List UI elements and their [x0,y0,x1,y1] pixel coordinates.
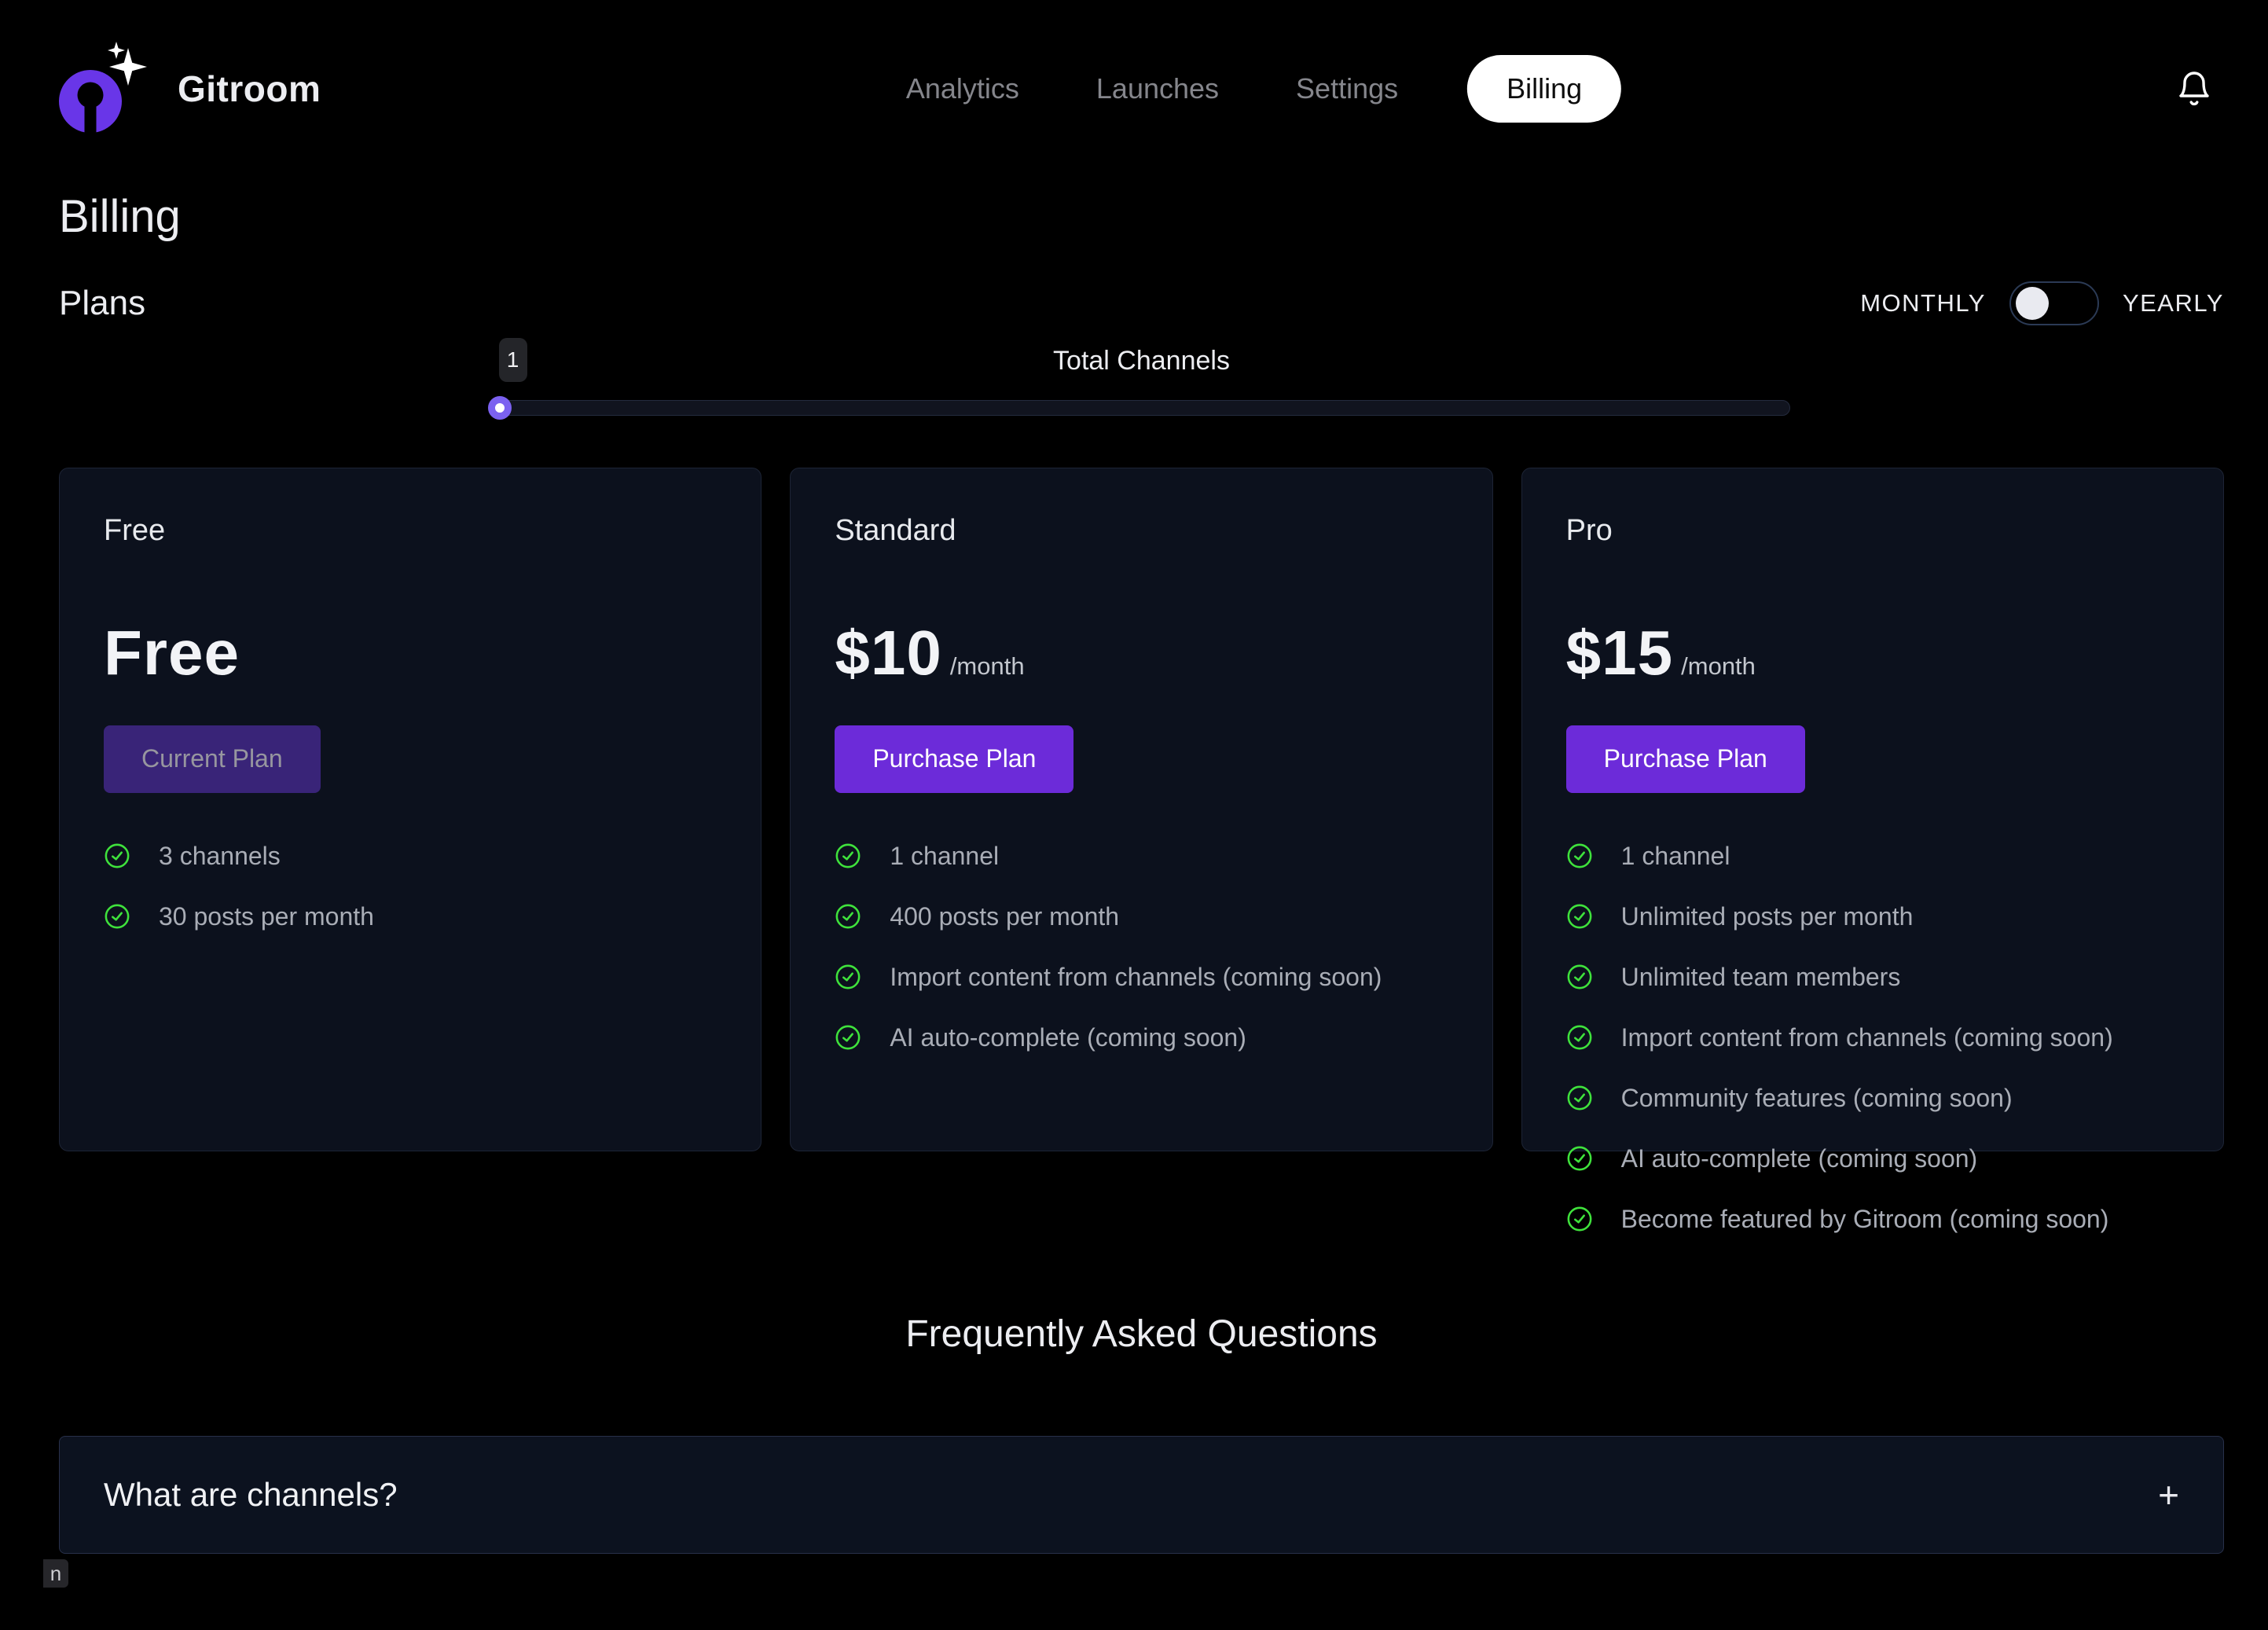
feature-text: 30 posts per month [159,902,374,931]
purchase-plan-button[interactable]: Purchase Plan [835,725,1073,793]
check-icon [1566,1206,1593,1232]
feature-text: 1 channel [890,842,999,871]
plan-name: Free [104,514,717,548]
faq-heading: Frequently Asked Questions [59,1312,2224,1356]
feature-row: Community features (coming soon) [1566,1084,2179,1113]
check-icon [1566,1085,1593,1111]
nav-item-billing[interactable]: Billing [1467,55,1621,123]
monthly-label: MONTHLY [1860,289,1986,318]
feature-row: 30 posts per month [104,902,717,931]
feature-list: 3 channels 30 posts per month [104,842,717,931]
purchase-plan-button[interactable]: Purchase Plan [1566,725,1805,793]
slider-handle[interactable] [488,396,512,420]
plan-card-free: Free Free Current Plan 3 channels 30 pos… [59,468,762,1151]
feature-text: 3 channels [159,842,281,871]
plan-card-standard: Standard $10 /month Purchase Plan 1 chan… [790,468,1492,1151]
yearly-label: YEARLY [2123,289,2224,318]
plan-price-row: $10 /month [835,617,1448,689]
bell-icon[interactable] [2175,68,2213,109]
plan-price-row: Free [104,617,717,689]
billing-cycle-switch: MONTHLY YEARLY [1860,281,2224,325]
faq-question: What are channels? [104,1476,398,1514]
check-icon [1566,903,1593,930]
main-nav: Analytics Launches Settings Billing [898,55,1621,123]
total-channels-slider: Total Channels 1 [494,346,1790,416]
feature-text: Become featured by Gitroom (coming soon) [1621,1205,2109,1234]
check-icon [835,1024,861,1051]
feature-row: AI auto-complete (coming soon) [835,1023,1448,1052]
status-hint: n [43,1559,68,1588]
plan-price: Free [104,617,240,689]
nav-item-settings[interactable]: Settings [1288,57,1406,121]
check-icon [1566,1024,1593,1051]
check-icon [835,843,861,869]
check-icon [104,903,130,930]
feature-row: 1 channel [1566,842,2179,871]
check-icon [835,964,861,990]
nav-item-launches[interactable]: Launches [1088,57,1227,121]
feature-row: Import content from channels (coming soo… [1566,1023,2179,1052]
top-bar: Gitroom Analytics Launches Settings Bill… [0,0,2268,145]
plans-heading: Plans [59,284,145,323]
feature-list: 1 channel Unlimited posts per month Unli… [1566,842,2179,1234]
feature-text: AI auto-complete (coming soon) [890,1023,1246,1052]
toggle-knob [2016,287,2049,320]
slider-label: Total Channels [494,346,1790,376]
feature-row: 400 posts per month [835,902,1448,931]
feature-row: Unlimited posts per month [1566,902,2179,931]
feature-text: Unlimited team members [1621,963,1901,992]
feature-list: 1 channel 400 posts per month Import con… [835,842,1448,1052]
slider-track[interactable]: 1 [494,400,1790,416]
feature-text: 400 posts per month [890,902,1119,931]
feature-text: AI auto-complete (coming soon) [1621,1144,1978,1173]
plan-name: Pro [1566,514,2179,548]
plan-name: Standard [835,514,1448,548]
brand[interactable]: Gitroom [55,37,321,140]
feature-row: Import content from channels (coming soo… [835,963,1448,992]
feature-text: Community features (coming soon) [1621,1084,2013,1113]
nav-item-analytics[interactable]: Analytics [898,57,1027,121]
feature-text: Unlimited posts per month [1621,902,1914,931]
feature-row: Become featured by Gitroom (coming soon) [1566,1205,2179,1234]
plan-price-row: $15 /month [1566,617,2179,689]
feature-text: Import content from channels (coming soo… [890,963,1382,992]
feature-row: Unlimited team members [1566,963,2179,992]
feature-row: 1 channel [835,842,1448,871]
pricing-cards: Free Free Current Plan 3 channels 30 pos… [59,468,2224,1151]
check-icon [835,903,861,930]
brand-name: Gitroom [178,68,321,110]
billing-cycle-toggle[interactable] [2009,281,2099,325]
check-icon [1566,1145,1593,1172]
feature-text: 1 channel [1621,842,1730,871]
check-icon [1566,964,1593,990]
current-plan-button[interactable]: Current Plan [104,725,321,793]
plan-price: $15 [1566,617,1673,689]
feature-row: AI auto-complete (coming soon) [1566,1144,2179,1173]
plan-card-pro: Pro $15 /month Purchase Plan 1 channel U… [1521,468,2224,1151]
billing-page: Billing Plans MONTHLY YEARLY Total Chann… [0,191,2268,1554]
plans-header-row: Plans MONTHLY YEARLY [59,281,2224,325]
feature-text: Import content from channels (coming soo… [1621,1023,2113,1052]
plan-price: $10 [835,617,941,689]
plan-period: /month [950,652,1025,681]
plan-period: /month [1681,652,1756,681]
plus-icon[interactable]: + [2158,1477,2179,1513]
gitroom-logo-icon [55,37,157,140]
faq-item-what-are-channels[interactable]: What are channels? + [59,1436,2224,1554]
page-title: Billing [59,191,2224,244]
slider-value-tooltip: 1 [499,338,527,382]
feature-row: 3 channels [104,842,717,871]
check-icon [104,843,130,869]
check-icon [1566,843,1593,869]
